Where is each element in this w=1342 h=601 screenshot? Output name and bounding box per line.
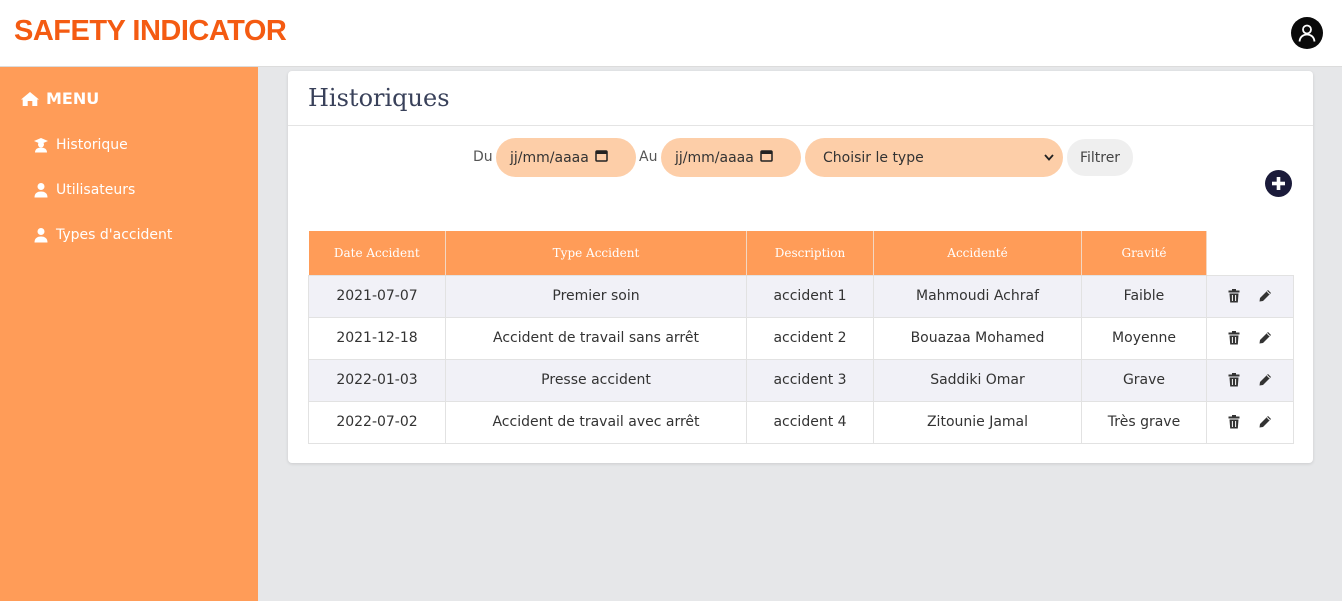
table-row: 2022-01-03 Presse accident accident 3 Sa…: [308, 358, 1294, 402]
cell-severity: Très grave: [1081, 400, 1207, 444]
cell-type: Premier soin: [445, 274, 747, 318]
historiques-card: Historiques Du jj/mm/aaaa Au jj/mm/aaaa …: [288, 71, 1313, 463]
cell-actions: [1206, 400, 1294, 444]
trash-icon[interactable]: [1228, 373, 1240, 387]
cell-date: 2021-12-18: [308, 316, 446, 360]
user-circle-icon: [1298, 24, 1316, 42]
column-header-type[interactable]: Type Accident: [445, 231, 747, 275]
column-header-accidente[interactable]: Accidenté: [873, 231, 1082, 275]
column-header-gravite[interactable]: Gravité: [1081, 231, 1207, 275]
cell-actions: [1206, 358, 1294, 402]
cell-severity: Faible: [1081, 274, 1207, 318]
cell-actions: [1206, 274, 1294, 318]
cell-type: Accident de travail avec arrêt: [445, 400, 747, 444]
cell-person: Bouazaa Mohamed: [873, 316, 1082, 360]
to-date-label: Au: [639, 149, 658, 165]
chevron-down-icon: [1043, 151, 1055, 167]
home-icon: [21, 91, 39, 106]
cell-date: 2021-07-07: [308, 274, 446, 318]
sidebar: MENU Historique Utilisateurs Types d'acc…: [0, 67, 258, 601]
menu-label: MENU: [46, 89, 100, 108]
sidebar-item-historique[interactable]: Historique: [33, 137, 128, 153]
title-divider: [288, 125, 1313, 126]
sidebar-item-label: Historique: [56, 137, 128, 153]
trash-icon[interactable]: [1228, 289, 1240, 303]
accident-type-selected: Choisir le type: [823, 149, 924, 166]
sidebar-item-utilisateurs[interactable]: Utilisateurs: [33, 182, 135, 198]
from-date-input[interactable]: jj/mm/aaaa: [496, 138, 636, 177]
cell-severity: Grave: [1081, 358, 1207, 402]
user-graduate-icon: [34, 138, 48, 153]
table-row: 2022-07-02 Accident de travail avec arrê…: [308, 400, 1294, 444]
brand-title: SAFETY INDICATOR: [14, 15, 287, 47]
cell-person: Mahmoudi Achraf: [873, 274, 1082, 318]
user-icon: [34, 228, 48, 243]
cell-description: accident 1: [746, 274, 874, 318]
top-navbar: SAFETY INDICATOR: [0, 0, 1342, 67]
pencil-icon[interactable]: [1258, 373, 1272, 387]
column-header-description[interactable]: Description: [746, 231, 874, 275]
cell-actions: [1206, 316, 1294, 360]
cell-date: 2022-01-03: [308, 358, 446, 402]
calendar-icon: [760, 149, 773, 166]
cell-person: Zitounie Jamal: [873, 400, 1082, 444]
table-row: 2021-12-18 Accident de travail sans arrê…: [308, 316, 1294, 360]
sidebar-item-types-accident[interactable]: Types d'accident: [33, 227, 172, 243]
sidebar-item-label: Utilisateurs: [56, 182, 136, 198]
accident-type-select[interactable]: Choisir le type: [805, 138, 1063, 177]
user-avatar-button[interactable]: [1291, 17, 1323, 49]
cell-description: accident 2: [746, 316, 874, 360]
cell-description: accident 4: [746, 400, 874, 444]
add-accident-button[interactable]: [1265, 170, 1292, 197]
plus-circle-icon: [1272, 177, 1285, 190]
sidebar-item-label: Types d'accident: [56, 227, 173, 243]
pencil-icon[interactable]: [1258, 415, 1272, 429]
to-date-value: jj/mm/aaaa: [675, 149, 754, 166]
column-header-date[interactable]: Date Accident: [308, 231, 446, 275]
menu-heading: MENU: [20, 89, 99, 108]
pencil-icon[interactable]: [1258, 331, 1272, 345]
table-header-row: Date Accident Type Accident Description …: [308, 231, 1294, 275]
column-header-actions: [1207, 231, 1294, 275]
page-title: Historiques: [308, 84, 450, 112]
from-date-value: jj/mm/aaaa: [510, 149, 589, 166]
cell-date: 2022-07-02: [308, 400, 446, 444]
cell-type: Accident de travail sans arrêt: [445, 316, 747, 360]
filter-button[interactable]: Filtrer: [1067, 139, 1133, 176]
trash-icon[interactable]: [1228, 331, 1240, 345]
trash-icon[interactable]: [1228, 415, 1240, 429]
accidents-table: Date Accident Type Accident Description …: [308, 231, 1294, 444]
table-row: 2021-07-07 Premier soin accident 1 Mahmo…: [308, 274, 1294, 318]
cell-person: Saddiki Omar: [873, 358, 1082, 402]
pencil-icon[interactable]: [1258, 289, 1272, 303]
cell-description: accident 3: [746, 358, 874, 402]
user-icon: [34, 183, 48, 198]
cell-severity: Moyenne: [1081, 316, 1207, 360]
to-date-input[interactable]: jj/mm/aaaa: [661, 138, 801, 177]
calendar-icon: [595, 149, 608, 166]
cell-type: Presse accident: [445, 358, 747, 402]
from-date-label: Du: [473, 149, 493, 165]
